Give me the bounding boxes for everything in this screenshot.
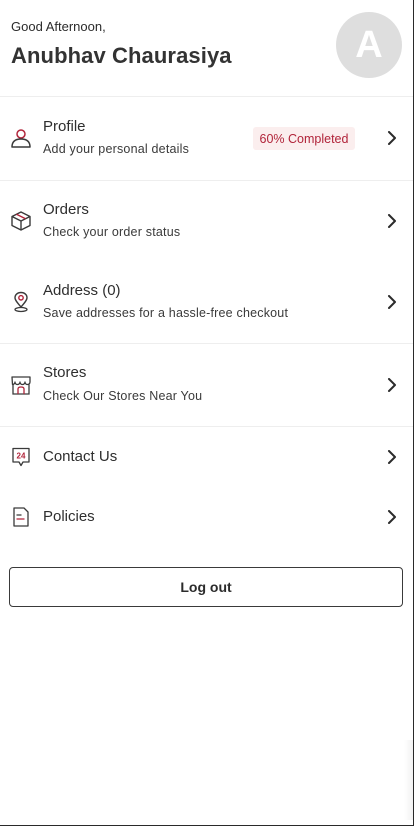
edge-shadow xyxy=(404,740,414,820)
svg-text:24: 24 xyxy=(17,451,26,460)
profile-completion-badge: 60% Completed xyxy=(253,127,355,150)
menu-item-title: Stores xyxy=(43,364,87,381)
chevron-right-icon xyxy=(388,378,396,392)
menu-item-title: Contact Us xyxy=(43,448,118,465)
chevron-right-icon xyxy=(388,131,396,145)
location-pin-icon xyxy=(14,291,28,313)
menu-item-contact-us[interactable]: 24 Contact Us xyxy=(0,427,413,487)
menu-item-stores[interactable]: Stores Check Our Stores Near You xyxy=(0,344,413,426)
menu-item-policies[interactable]: Policies xyxy=(0,487,413,547)
menu-item-address[interactable]: Address (0) Save addresses for a hassle-… xyxy=(0,262,413,343)
support-24-icon: 24 xyxy=(12,447,30,467)
chevron-right-icon xyxy=(388,510,396,524)
document-icon xyxy=(13,507,29,527)
package-box-icon xyxy=(11,211,31,231)
menu-item-title: Orders xyxy=(43,201,89,218)
menu-item-subtitle: Check your order status xyxy=(43,225,181,239)
menu-item-title: Profile xyxy=(43,118,86,135)
menu-item-subtitle: Save addresses for a hassle-free checkou… xyxy=(43,306,289,320)
user-icon xyxy=(11,129,31,148)
menu-item-title: Policies xyxy=(43,508,95,525)
greeting-text: Good Afternoon, xyxy=(11,19,106,34)
menu-item-subtitle: Check Our Stores Near You xyxy=(43,389,203,403)
chevron-right-icon xyxy=(388,450,396,464)
user-name: Anubhav Chaurasiya xyxy=(11,43,232,68)
menu-item-orders[interactable]: Orders Check your order status xyxy=(0,181,413,262)
avatar[interactable]: A xyxy=(336,12,402,78)
store-icon xyxy=(11,376,31,395)
chevron-right-icon xyxy=(388,214,396,228)
chevron-right-icon xyxy=(388,295,396,309)
menu-item-title: Address (0) xyxy=(43,282,121,299)
menu-item-subtitle: Add your personal details xyxy=(43,142,190,156)
account-screen: Good Afternoon, Anubhav Chaurasiya A Pro… xyxy=(0,0,414,826)
account-header: Good Afternoon, Anubhav Chaurasiya A xyxy=(0,0,413,97)
logout-button[interactable]: Log out xyxy=(9,567,403,607)
